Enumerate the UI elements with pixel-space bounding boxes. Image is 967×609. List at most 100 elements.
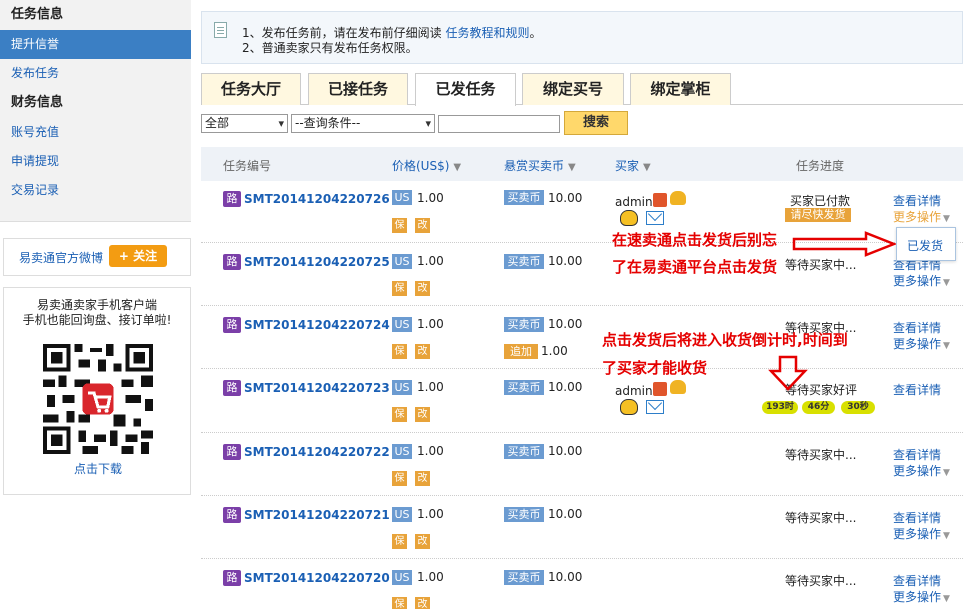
status-select[interactable]: 全部 xyxy=(201,114,288,133)
task-id-link[interactable]: SMT20141204220726 xyxy=(244,192,390,206)
crown-icon xyxy=(670,191,686,205)
header-buyer-label: 买家 xyxy=(615,159,640,173)
task-id-link[interactable]: SMT20141204220720 xyxy=(244,571,390,585)
guarantee-tag: 保 xyxy=(392,597,407,609)
sidebar: 任务信息 提升信誉 发布任务 财务信息 账号充值 申请提现 交易记录 易卖通官方… xyxy=(0,0,191,609)
notice-box: 1、发布任务前，请在发布前仔细阅读 任务教程和规则。 2、普通卖家只有发布任务权… xyxy=(201,11,963,64)
currency-tag: US xyxy=(392,507,412,522)
down-arrow-icon xyxy=(768,355,808,391)
sidebar-item-withdraw[interactable]: 申请提现 xyxy=(0,147,191,176)
table-header: 任务编号 价格(US$) ▼ 悬赏买卖币 ▼ 买家 ▼ 任务进度 xyxy=(201,147,963,181)
sidebar-item-recharge[interactable]: 账号充值 xyxy=(0,118,191,147)
buyer-name: admin xyxy=(615,384,653,398)
tab-accepted-tasks[interactable]: 已接任务 xyxy=(308,73,408,105)
view-details-link[interactable]: 查看详情 xyxy=(893,192,941,209)
price-value: 1.00 xyxy=(417,380,444,394)
rules-link[interactable]: 任务教程和规则 xyxy=(445,26,529,40)
more-actions-link[interactable]: 更多操作 ▼ xyxy=(893,462,950,479)
sidebar-item-boost-reputation[interactable]: 提升信誉 xyxy=(0,30,191,59)
append-value: 1.00 xyxy=(541,344,568,358)
annotation-countdown-line1: 点击发货后将进入收货倒计时,时间到 xyxy=(602,331,848,349)
header-price[interactable]: 价格(US$) ▼ xyxy=(392,157,461,174)
view-details-link[interactable]: 查看详情 xyxy=(893,381,941,398)
task-id-link[interactable]: SMT20141204220725 xyxy=(244,255,390,269)
task-id-link[interactable]: SMT20141204220722 xyxy=(244,445,390,459)
currency-tag: US xyxy=(392,317,412,332)
edit-tag[interactable]: 改 xyxy=(415,534,430,549)
task-id-link[interactable]: SMT20141204220724 xyxy=(244,318,390,332)
weibo-link[interactable]: 易卖通官方微博 xyxy=(19,249,103,266)
coin-value: 10.00 xyxy=(548,254,583,268)
price-value: 1.00 xyxy=(417,254,444,268)
buyer-name: admin xyxy=(615,195,653,209)
coin-tag: 买卖币 xyxy=(504,254,544,269)
notice-line-2: 2、普通卖家只有发布任务权限。 xyxy=(242,41,418,55)
coin-value: 10.00 xyxy=(548,380,583,394)
header-coin[interactable]: 悬赏买卖币 ▼ xyxy=(504,157,576,174)
mobile-title: 易卖通卖家手机客户端 xyxy=(36,298,157,312)
edit-tag[interactable]: 改 xyxy=(415,471,430,486)
more-actions-label: 更多操作 xyxy=(893,274,942,288)
route-tag: 路 xyxy=(223,317,241,333)
qr-code-icon[interactable] xyxy=(42,344,154,454)
qq-icon[interactable] xyxy=(620,210,638,226)
route-tag: 路 xyxy=(223,444,241,460)
chevron-down-icon: ▼ xyxy=(943,468,950,478)
task-id-link[interactable]: SMT20141204220723 xyxy=(244,381,390,395)
table-row: 路 SMT20141204220724 US 1.00 保 改 买卖币 10.0… xyxy=(201,306,963,369)
mail-icon[interactable] xyxy=(646,400,664,414)
edit-tag[interactable]: 改 xyxy=(415,281,430,296)
menu-item-shipped[interactable]: 已发货 xyxy=(907,237,943,254)
sidebar-item-publish-task[interactable]: 发布任务 xyxy=(0,59,191,88)
more-actions-label: 更多操作 xyxy=(893,337,942,351)
more-actions-link[interactable]: 更多操作 ▼ xyxy=(893,335,950,352)
coin-value: 10.00 xyxy=(548,507,583,521)
view-details-link[interactable]: 查看详情 xyxy=(893,572,941,589)
task-id-link[interactable]: SMT20141204220721 xyxy=(244,508,390,522)
condition-select[interactable]: --查询条件-- xyxy=(291,114,435,133)
currency-tag: US xyxy=(392,444,412,459)
edit-tag[interactable]: 改 xyxy=(415,407,430,422)
crown-icon xyxy=(670,380,686,394)
currency-tag: US xyxy=(392,190,412,205)
sidebar-item-transactions[interactable]: 交易记录 xyxy=(0,176,191,205)
mail-icon[interactable] xyxy=(646,211,664,225)
search-input[interactable] xyxy=(438,115,560,133)
qq-icon[interactable] xyxy=(620,399,638,415)
caret-down-icon: ▼ xyxy=(568,162,576,173)
tab-published-tasks[interactable]: 已发任务 xyxy=(415,73,516,106)
guarantee-tag: 保 xyxy=(392,471,407,486)
chevron-down-icon: ▼ xyxy=(943,214,950,224)
view-details-link[interactable]: 查看详情 xyxy=(893,509,941,526)
search-button[interactable]: 搜索 xyxy=(564,111,628,135)
currency-tag: US xyxy=(392,570,412,585)
weibo-box: 易卖通官方微博 + 关注 xyxy=(3,238,191,276)
view-details-link[interactable]: 查看详情 xyxy=(893,446,941,463)
mobile-client-box: 易卖通卖家手机客户端 手机也能回询盘、接订单啦! 点击下载 xyxy=(3,287,191,495)
route-tag: 路 xyxy=(223,254,241,270)
price-value: 1.00 xyxy=(417,191,444,205)
view-details-link[interactable]: 查看详情 xyxy=(893,319,941,336)
more-actions-link[interactable]: 更多操作 ▼ xyxy=(893,272,950,289)
edit-tag[interactable]: 改 xyxy=(415,218,430,233)
more-actions-link[interactable]: 更多操作 ▼ xyxy=(893,525,950,542)
edit-tag[interactable]: 改 xyxy=(415,344,430,359)
side-menu: 任务信息 提升信誉 发布任务 财务信息 账号充值 申请提现 交易记录 xyxy=(0,0,191,222)
tab-bind-buyer[interactable]: 绑定买号 xyxy=(522,73,624,105)
tab-bind-shop[interactable]: 绑定掌柜 xyxy=(630,73,731,105)
currency-tag: US xyxy=(392,254,412,269)
more-actions-link[interactable]: 更多操作 ▼ xyxy=(893,208,950,225)
more-actions-label: 更多操作 xyxy=(893,464,942,478)
guarantee-tag: 保 xyxy=(392,407,407,422)
header-progress: 任务进度 xyxy=(796,159,845,173)
more-actions-link[interactable]: 更多操作 ▼ xyxy=(893,588,950,605)
download-link[interactable]: 点击下载 xyxy=(4,460,192,477)
header-price-label: 价格(US$) xyxy=(392,159,450,173)
tab-task-hall[interactable]: 任务大厅 xyxy=(201,73,301,105)
follow-button[interactable]: + 关注 xyxy=(109,245,167,267)
coin-value: 10.00 xyxy=(548,444,583,458)
countdown-hours: 193时 xyxy=(762,401,798,414)
edit-tag[interactable]: 改 xyxy=(415,597,430,609)
vip-icon xyxy=(653,382,667,396)
header-buyer[interactable]: 买家 ▼ xyxy=(615,157,651,174)
